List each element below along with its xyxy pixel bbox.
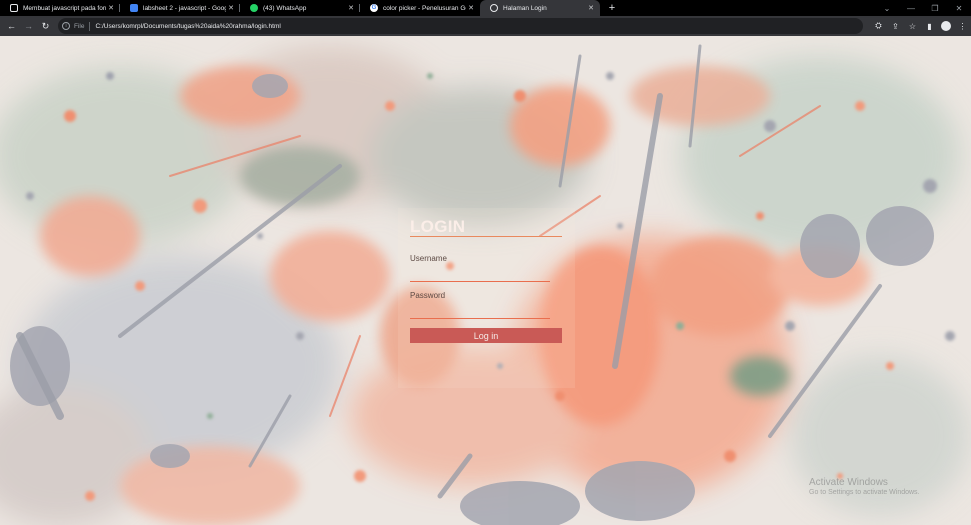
tab-label: Membuat javascript pada form lo — [23, 4, 106, 12]
login-form: LOGIN Username Password Log in — [398, 208, 575, 388]
menu-kebab-icon[interactable]: ⋮ — [954, 16, 971, 36]
close-icon[interactable]: ✕ — [346, 4, 356, 12]
tab-label: color picker - Penelusuran Googl — [383, 4, 466, 12]
browser-toolbar: ← → ↻ i File C:/Users/komrpl/Documents/t… — [0, 16, 971, 36]
side-panel-icon[interactable]: ▮ — [921, 16, 938, 36]
tab-labsheet[interactable]: labsheet 2 - javascript - Google D ✕ — [120, 0, 240, 16]
translate-icon[interactable]: ⛭ — [870, 16, 887, 36]
tab-membuat-javascript[interactable]: Membuat javascript pada form lo ✕ — [0, 0, 120, 16]
username-label: Username — [410, 254, 447, 263]
restore-icon[interactable]: ❐ — [923, 0, 947, 16]
whatsapp-icon — [250, 4, 258, 12]
share-icon[interactable]: ⇪ — [887, 16, 904, 36]
google-docs-icon — [130, 4, 138, 12]
close-icon[interactable]: ✕ — [466, 4, 476, 12]
tab-whatsapp[interactable]: (43) WhatsApp ✕ — [240, 0, 360, 16]
close-icon[interactable]: ✕ — [586, 4, 596, 12]
window-close-icon[interactable]: ✕ — [947, 0, 971, 16]
globe-icon — [490, 4, 498, 12]
tab-strip: Membuat javascript pada form lo ✕ labshe… — [0, 0, 971, 16]
close-icon[interactable]: ✕ — [106, 4, 116, 12]
back-icon[interactable]: ← — [3, 16, 20, 36]
watermark-title: Activate Windows — [809, 477, 888, 488]
reload-icon[interactable]: ↻ — [37, 16, 54, 36]
omnibox-divider — [89, 21, 91, 31]
google-icon: G — [370, 4, 378, 12]
profile-avatar[interactable] — [941, 21, 951, 31]
title-underline — [410, 236, 562, 237]
tab-label: Halaman Login — [503, 4, 547, 12]
page-viewport: LOGIN Username Password Log in Activate … — [0, 36, 971, 525]
activate-windows-watermark: Activate Windows Go to Settings to activ… — [809, 477, 920, 496]
address-bar[interactable]: i File C:/Users/komrpl/Documents/tugas%2… — [58, 18, 863, 34]
bookmark-star-icon[interactable]: ☆ — [904, 16, 921, 36]
login-title: LOGIN — [410, 217, 466, 236]
toolbar-actions: ⛭ ⇪ ☆ ▮ ⋮ — [870, 16, 971, 36]
tab-label: (43) WhatsApp — [263, 4, 307, 12]
new-tab-button[interactable]: + — [604, 0, 620, 16]
password-label: Password — [410, 291, 446, 300]
minimize-icon[interactable]: — — [899, 0, 923, 16]
tab-halaman-login[interactable]: Halaman Login ✕ — [480, 0, 600, 16]
watermark-subtitle: Go to Settings to activate Windows. — [809, 489, 920, 496]
tab-search-icon[interactable]: ⌄ — [875, 0, 899, 16]
file-scheme-label: File — [74, 22, 85, 30]
address-text[interactable]: C:/Users/komrpl/Documents/tugas%20aida%2… — [95, 23, 280, 30]
tab-color-picker[interactable]: G color picker - Penelusuran Googl ✕ — [360, 0, 480, 16]
username-input[interactable] — [410, 267, 550, 282]
document-icon — [10, 4, 18, 12]
tab-label: labsheet 2 - javascript - Google D — [143, 4, 226, 12]
password-input[interactable] — [410, 304, 550, 319]
forward-icon[interactable]: → — [20, 16, 37, 36]
close-icon[interactable]: ✕ — [226, 4, 236, 12]
info-icon[interactable]: i — [62, 22, 70, 30]
window-controls: ⌄ — ❐ ✕ — [875, 0, 971, 16]
login-button[interactable]: Log in — [410, 328, 562, 343]
